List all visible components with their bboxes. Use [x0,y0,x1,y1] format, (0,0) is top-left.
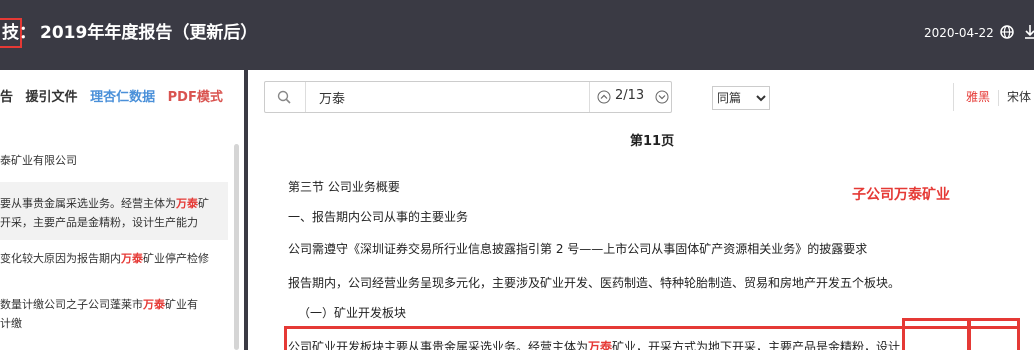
list-item-text: 数量计缴公司之子公司蓬莱市 [0,298,143,311]
search-highlight: 万泰 [121,252,143,265]
left-tabs: 告 援引文件 理杏仁数据 PDF模式 [0,86,231,105]
list-item-text: 开采，主要产品是金精粉，设计生产能力 [0,216,198,229]
match-count: 2/13 [615,88,645,103]
font-switcher: 雅黑 宋体 [953,83,1031,111]
header-strip [0,62,1034,70]
search-input[interactable] [319,87,579,107]
report-date: 2020-04-22 [924,26,994,40]
annotation-box [902,318,970,350]
left-panel: 告 援引文件 理杏仁数据 PDF模式 泰矿业有限公司 要从事贵金属采选业务。经营… [0,70,244,350]
list-item-text: 矿业有 [165,298,198,311]
app-header: 技： 2019年年度报告（更新后） 2020-04-22 [0,0,1034,62]
search-scope-select[interactable]: 同篇 [712,86,770,110]
list-item-text: 计缴 [0,317,22,330]
list-item[interactable]: 泰矿业有限公司 [0,151,77,170]
search-icon[interactable] [277,90,291,104]
list-item[interactable]: 数量计缴公司之子公司蓬莱市万泰矿业有 计缴 [0,295,198,333]
document-panel: 2/13 同篇 雅黑宋体 第11页 第三节 公司业务概要 一、报告期内公司从事的… [248,70,1034,350]
page-title: 技： 2019年年度报告（更新后） [2,18,257,48]
font-separator [998,89,1000,106]
search-separator [305,82,306,112]
search-bar: 2/13 [264,81,672,113]
list-item[interactable]: 变化较大原因为报告期内万泰矿业停产检修 [0,249,209,268]
tab-pdf-mode[interactable]: PDF模式 [168,90,223,105]
doc-heading: 第三节 公司业务概要 [288,180,400,194]
next-match-icon[interactable] [655,90,669,104]
title-prefix: 技： [2,23,36,43]
page-number-label: 第11页 [630,134,675,149]
annotation-box [968,318,1020,350]
tab-cited-files[interactable]: 援引文件 [26,90,78,105]
tab-report[interactable]: 告 [0,90,13,105]
list-item-text: 矿业停产检修 [143,252,209,265]
tab-lixinger-data[interactable]: 理杏仁数据 [90,90,155,105]
search-highlight: 万泰 [176,197,198,210]
download-icon[interactable] [1024,24,1034,40]
globe-icon[interactable] [1000,25,1014,39]
font-song-button[interactable]: 宋体 [1007,83,1031,111]
search-highlight: 万泰 [143,298,165,311]
doc-subheading: 一、报告期内公司从事的主要业务 [288,210,469,224]
list-item-text: 泰矿业有限公司 [0,154,77,167]
list-item-text: 变化较大原因为报告期内 [0,252,121,265]
prev-match-icon[interactable] [597,90,611,104]
list-item-text: 要从事贵金属采选业务。经营主体为 [0,197,176,210]
left-scrollbar[interactable] [234,144,239,350]
doc-paragraph: 公司需遵守《深圳证券交易所行业信息披露指引第 2 号——上市公司从事固体矿产资源… [288,242,868,256]
list-item-text: 矿 [198,197,209,210]
search-separator [589,82,590,112]
annotation-note: 子公司万泰矿业 [852,187,950,203]
doc-subheading: （一）矿业开发板块 [298,306,407,320]
doc-paragraph: 报告期内，公司经营业务呈现多元化，主要涉及矿业开发、医药制造、特种轮胎制造、贸易… [288,276,901,290]
list-item-selected[interactable]: 要从事贵金属采选业务。经营主体为万泰矿 开采，主要产品是金精粉，设计生产能力 [0,182,228,240]
report-title: 2019年年度报告（更新后） [40,23,258,43]
font-yahei-button[interactable]: 雅黑 [966,83,990,111]
